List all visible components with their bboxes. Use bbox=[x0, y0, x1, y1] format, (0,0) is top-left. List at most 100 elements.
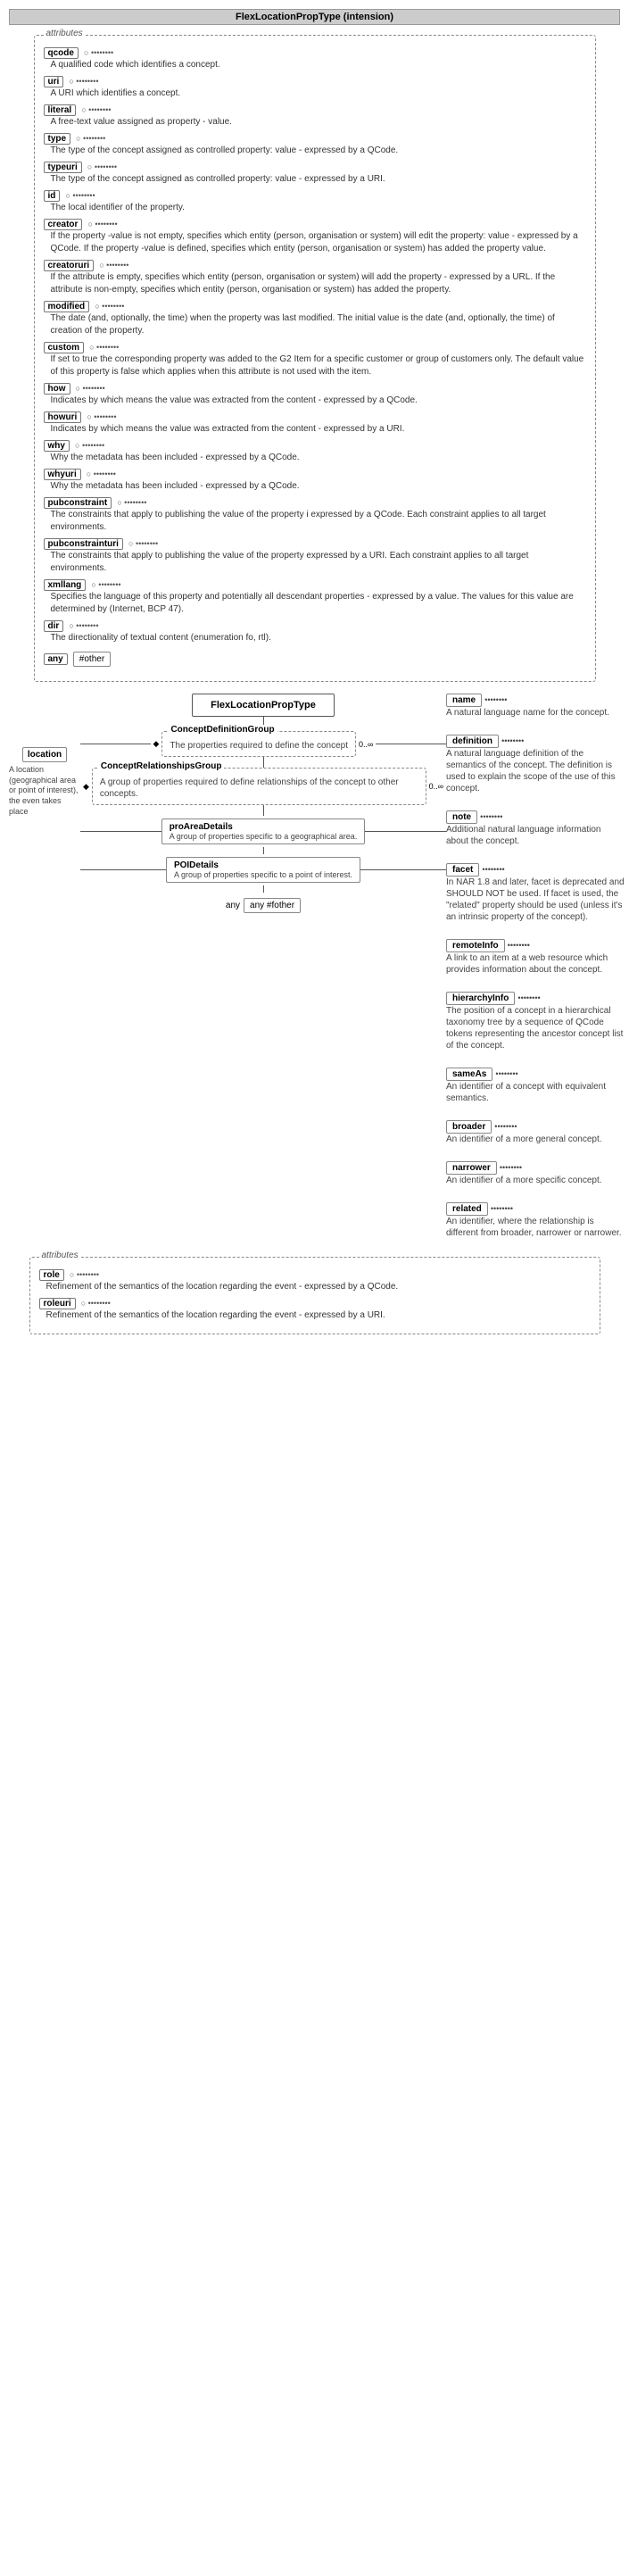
attr-desc-pubconstrainturi: The constraints that apply to publishing… bbox=[51, 550, 586, 575]
attr-row-xmllang: xmllang ○ •••••••• Specifies the languag… bbox=[44, 579, 586, 616]
attr-desc-creator: If the property -value is not empty, spe… bbox=[51, 230, 586, 255]
class-name: FlexLocationPropType bbox=[203, 698, 323, 712]
attr-mult-typeuri: ○ •••••••• bbox=[87, 162, 117, 171]
concept-rel-group-box: ConceptRelationshipsGroup A group of pro… bbox=[92, 768, 426, 805]
annot-desc-facet: In NAR 1.8 and later, facet is deprecate… bbox=[446, 877, 625, 923]
annot-broader: broader •••••••• An identifier of a more… bbox=[446, 1120, 625, 1145]
annot-remoteinfo: remoteInfo •••••••• A link to an item at… bbox=[446, 939, 625, 976]
annot-mult-related: •••••••• bbox=[491, 1204, 513, 1213]
v-line-5 bbox=[263, 885, 264, 893]
attr-mult-modified: ○ •••••••• bbox=[95, 302, 124, 311]
attr-desc-roleuri: Refinement of the semantics of the locat… bbox=[46, 1309, 591, 1322]
annot-name-box-remoteinfo: remoteInfo bbox=[446, 939, 505, 952]
mid-center: FlexLocationPropType ◆ ConceptDefinition… bbox=[80, 694, 446, 1248]
annot-mult-sameas: •••••••• bbox=[495, 1069, 517, 1078]
attr-tag-whyuri: whyuri bbox=[44, 469, 81, 480]
proarea-box: proAreaDetails A group of properties spe… bbox=[161, 819, 366, 844]
annot-name-box-definition: definition bbox=[446, 735, 499, 748]
attr-desc-why: Why the metadata has been included - exp… bbox=[51, 452, 586, 464]
attr-row-modified: modified ○ •••••••• The date (and, optio… bbox=[44, 301, 586, 337]
attr-row-pubconstraint: pubconstraint ○ •••••••• The constraints… bbox=[44, 497, 586, 534]
attr-mult-type: ○ •••••••• bbox=[76, 134, 105, 143]
attr-tag-dir: dir bbox=[44, 620, 64, 632]
bottom-attr-section: attributes role ○ •••••••• Refinement of… bbox=[29, 1257, 600, 1334]
attributes-container: attributes qcode ○ •••••••• A qualified … bbox=[34, 35, 596, 682]
concept-rel-group-desc: A group of properties required to define… bbox=[100, 777, 418, 800]
page-container: FlexLocationPropType (intension) attribu… bbox=[0, 0, 629, 1350]
attr-mult-role: ○ •••••••• bbox=[70, 1270, 99, 1279]
attr-row-role: role ○ •••••••• Refinement of the semant… bbox=[39, 1269, 591, 1293]
attr-tag-anyfother: any bbox=[44, 653, 68, 665]
bottom-attributes-container: attributes role ○ •••••••• Refinement of… bbox=[29, 1257, 600, 1334]
attr-tag-uri: uri bbox=[44, 76, 64, 87]
attr-tag-pubconstrainturi: pubconstrainturi bbox=[44, 538, 123, 550]
conn-mult-right2: 0..∞ bbox=[426, 782, 446, 791]
location-label-box: location bbox=[22, 747, 67, 762]
proarea-line-left bbox=[80, 831, 161, 832]
annot-definition: definition •••••••• A natural language d… bbox=[446, 735, 625, 794]
concept-def-group-box: ConceptDefinitionGroup The properties re… bbox=[161, 731, 356, 757]
conn-mult-left: ◆ bbox=[151, 739, 162, 749]
annot-mult-name: •••••••• bbox=[484, 695, 507, 704]
annot-name-box-facet: facet bbox=[446, 863, 479, 877]
annot-narrower: narrower •••••••• An identifier of a mor… bbox=[446, 1161, 625, 1186]
attr-mult-literal: ○ •••••••• bbox=[81, 105, 111, 114]
poi-label: POIDetails bbox=[174, 860, 352, 870]
annot-name-box-hierarchyinfo: hierarchyInfo bbox=[446, 992, 515, 1005]
concept-rel-connector: ◆ ConceptRelationshipsGroup A group of p… bbox=[80, 768, 446, 805]
attr-tag-why: why bbox=[44, 440, 70, 452]
annot-name-box-narrower: narrower bbox=[446, 1161, 497, 1175]
attr-tag-pubconstraint: pubconstraint bbox=[44, 497, 112, 509]
attr-row-whyuri: whyuri ○ •••••••• Why the metadata has b… bbox=[44, 469, 586, 493]
attr-tag-literal: literal bbox=[44, 104, 77, 116]
attr-desc-literal: A free-text value assigned as property -… bbox=[51, 116, 586, 129]
concept-def-connector: ◆ ConceptDefinitionGroup The properties … bbox=[80, 731, 446, 757]
attr-row-typeuri: typeuri ○ •••••••• The type of the conce… bbox=[44, 162, 586, 186]
annot-name-box-sameas: sameAs bbox=[446, 1068, 492, 1081]
annot-mult-hierarchyinfo: •••••••• bbox=[517, 993, 540, 1002]
annot-name: name •••••••• A natural language name fo… bbox=[446, 694, 625, 719]
annot-desc-definition: A natural language definition of the sem… bbox=[446, 748, 625, 794]
right-annotations: name •••••••• A natural language name fo… bbox=[446, 694, 625, 1248]
concept-def-group-label: ConceptDefinitionGroup bbox=[168, 725, 277, 735]
attr-desc-whyuri: Why the metadata has been included - exp… bbox=[51, 480, 586, 493]
attr-desc-uri: A URI which identifies a concept. bbox=[51, 87, 586, 100]
attr-tag-id: id bbox=[44, 190, 61, 202]
annot-desc-related: An identifier, where the relationship is… bbox=[446, 1216, 625, 1239]
attr-row-literal: literal ○ •••••••• A free-text value ass… bbox=[44, 104, 586, 129]
annot-name-box-related: related bbox=[446, 1202, 488, 1216]
attr-tag-creatoruri: creatoruri bbox=[44, 260, 95, 271]
attr-desc-role: Refinement of the semantics of the locat… bbox=[46, 1281, 591, 1293]
poi-connector: POIDetails A group of properties specifi… bbox=[80, 857, 446, 883]
top-attributes-section: attributes qcode ○ •••••••• A qualified … bbox=[29, 30, 600, 694]
attr-row-qcode: qcode ○ •••••••• A qualified code which … bbox=[44, 47, 586, 71]
conn-mult-left2: ◆ bbox=[80, 782, 92, 792]
proarea-label: proAreaDetails bbox=[170, 822, 358, 832]
annot-desc-narrower: An identifier of a more specific concept… bbox=[446, 1175, 625, 1186]
attr-tag-typeuri: typeuri bbox=[44, 162, 82, 173]
page-title: FlexLocationPropType (intension) bbox=[9, 9, 620, 25]
mid-right: name •••••••• A natural language name fo… bbox=[446, 694, 625, 1248]
attr-mult-why: ○ •••••••• bbox=[75, 441, 104, 450]
attr-mult-creator: ○ •••••••• bbox=[87, 220, 117, 229]
v-line-2 bbox=[263, 757, 264, 768]
attr-desc-howuri: Indicates by which means the value was e… bbox=[51, 423, 586, 436]
poi-line-right bbox=[360, 869, 446, 870]
annot-name-box-note: note bbox=[446, 810, 477, 824]
attr-desc-id: The local identifier of the property. bbox=[51, 202, 586, 214]
attr-tag-howuri: howuri bbox=[44, 411, 82, 423]
attr-row-how: how ○ •••••••• Indicates by which means … bbox=[44, 383, 586, 407]
concept-def-group-desc: The properties required to define the co… bbox=[170, 740, 348, 752]
mid-left: location A location (geographical area o… bbox=[9, 694, 80, 1248]
attr-tag-modified: modified bbox=[44, 301, 90, 312]
attr-mult-pubconstrainturi: ○ •••••••• bbox=[128, 539, 158, 548]
proarea-line-right bbox=[365, 831, 446, 832]
fother-row: any any #fother bbox=[226, 895, 301, 916]
attr-mult-dir: ○ •••••••• bbox=[69, 621, 98, 630]
attr-tag-qcode: qcode bbox=[44, 47, 79, 59]
concept-rel-group-label: ConceptRelationshipsGroup bbox=[98, 761, 225, 771]
v-line-3 bbox=[263, 805, 264, 816]
attr-desc-creatoruri: If the attribute is empty, specifies whi… bbox=[51, 271, 586, 296]
attr-desc-type: The type of the concept assigned as cont… bbox=[51, 145, 586, 157]
attr-mult-id: ○ •••••••• bbox=[65, 191, 95, 200]
